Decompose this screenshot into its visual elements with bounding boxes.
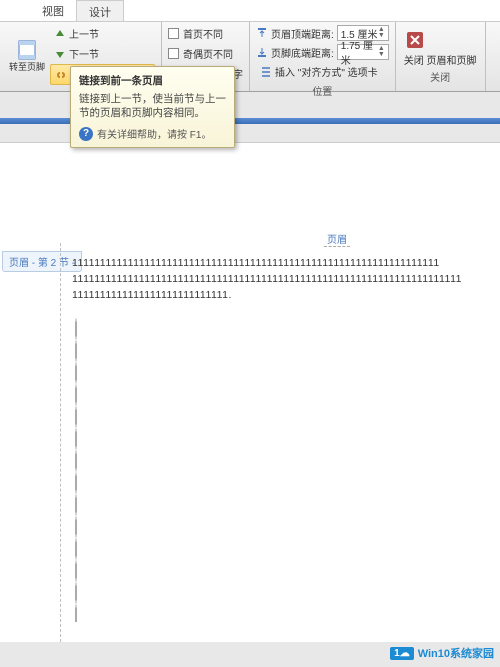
arrow-up-icon xyxy=(54,28,66,40)
close-icon xyxy=(404,29,426,51)
tooltip-title: 链接到前一条页眉 xyxy=(79,73,226,88)
previous-section-button[interactable]: 上一节 xyxy=(50,24,155,43)
link-icon xyxy=(55,69,67,81)
odd-even-different-checkbox[interactable]: 奇偶页不同 xyxy=(168,44,243,63)
dotted-guide xyxy=(75,318,77,622)
align-tab-icon xyxy=(260,66,272,78)
section-tab: 页眉 - 第 2 节 - xyxy=(2,251,82,272)
checkbox-icon xyxy=(168,28,179,39)
goto-header-footer-button[interactable]: 转至页脚 xyxy=(6,24,48,85)
footer-distance-label: 页脚底端距离: xyxy=(271,45,334,60)
ribbon-tabs: 视图 设计 xyxy=(0,0,500,22)
document-content[interactable]: 1111111111111111111111111111111111111111… xyxy=(72,255,470,303)
close-header-footer-button[interactable]: 关闭 页眉和页脚 xyxy=(404,29,477,67)
footer-distance-input[interactable]: 1.75 厘米▲▼ xyxy=(337,44,389,60)
group-label-close: 关闭 xyxy=(430,67,450,84)
spinner-icon[interactable]: ▲▼ xyxy=(378,27,385,39)
watermark-icon: 1☁ xyxy=(390,647,414,660)
tab-view[interactable]: 视图 xyxy=(30,0,76,21)
group-position: 页眉顶端距离: 1.5 厘米▲▼ 页脚底端距离: 1.75 厘米▲▼ 插入 "对… xyxy=(250,22,396,91)
document-area[interactable]: 页眉 页眉 - 第 2 节 - 111111111111111111111111… xyxy=(0,142,500,642)
header-label: 页眉 xyxy=(324,231,350,247)
margin-guide xyxy=(60,243,61,642)
first-page-different-checkbox[interactable]: 首页不同 xyxy=(168,24,243,43)
help-icon: ? xyxy=(79,127,93,141)
arrow-down-icon xyxy=(54,48,66,60)
next-section-button[interactable]: 下一节 xyxy=(50,44,155,63)
header-distance-label: 页眉顶端距离: xyxy=(271,26,334,41)
checkbox-icon xyxy=(168,48,179,59)
tooltip-link-to-previous: 链接到前一条页眉 链接到上一节，使当前节与上一节的页眉和页脚内容相同。 ? 有关… xyxy=(70,66,235,148)
footer-distance-icon xyxy=(256,46,268,58)
tab-design[interactable]: 设计 xyxy=(76,0,124,21)
watermark: 1☁ Win10系统家园 xyxy=(390,645,494,661)
tooltip-body: 链接到上一节，使当前节与上一节的页眉和页脚内容相同。 xyxy=(79,92,226,120)
spinner-icon[interactable]: ▲▼ xyxy=(378,46,385,58)
header-distance-icon xyxy=(256,27,268,39)
group-close: 关闭 页眉和页脚 关闭 xyxy=(396,22,486,91)
tooltip-help: ? 有关详细帮助，请按 F1。 xyxy=(79,126,226,141)
group-label-position: 位置 xyxy=(256,81,389,98)
insert-alignment-tab-button[interactable]: 插入 "对齐方式" 选项卡 xyxy=(256,62,389,81)
